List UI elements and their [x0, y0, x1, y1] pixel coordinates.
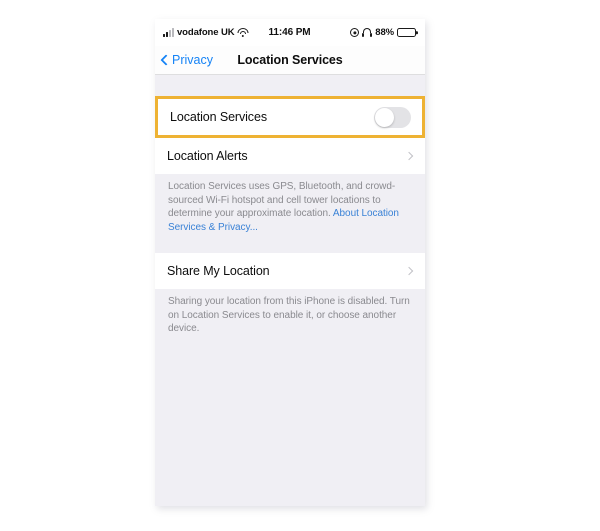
- screenshot-canvas: vodafone UK 11:46 PM 88% Privacy Locatio…: [0, 0, 600, 531]
- row-label-share-my-location: Share My Location: [167, 264, 270, 278]
- headphones-icon: [362, 28, 373, 37]
- navigation-bar: Privacy Location Services: [155, 46, 425, 75]
- chevron-left-icon: [160, 54, 172, 66]
- status-bar-right: 88%: [311, 27, 417, 38]
- status-bar-center: 11:46 PM: [269, 27, 311, 38]
- chevron-right-icon: [404, 151, 414, 161]
- location-arrow-icon: [350, 28, 360, 37]
- back-button[interactable]: Privacy: [160, 53, 213, 67]
- row-location-alerts[interactable]: Location Alerts: [155, 138, 425, 174]
- location-services-toggle[interactable]: [374, 106, 411, 128]
- toggle-knob: [375, 107, 394, 127]
- row-location-services[interactable]: Location Services: [158, 99, 422, 135]
- wifi-icon: [237, 28, 249, 37]
- back-button-label: Privacy: [172, 53, 213, 67]
- section-share-my-location: Share My Location: [155, 253, 425, 289]
- row-label-location-services: Location Services: [170, 110, 267, 124]
- clock-label: 11:46 PM: [268, 27, 311, 38]
- signal-bars-icon: [163, 28, 174, 37]
- iphone-screenshot: vodafone UK 11:46 PM 88% Privacy Locatio…: [155, 19, 425, 506]
- chevron-right-icon: [404, 266, 414, 276]
- battery-icon: [397, 27, 417, 38]
- settings-content: Location Services Location Alerts Locati…: [155, 75, 425, 506]
- location-services-highlight: Location Services: [155, 96, 425, 138]
- status-bar: vodafone UK 11:46 PM 88%: [155, 19, 425, 46]
- carrier-label: vodafone UK: [177, 27, 235, 38]
- battery-percent-label: 88%: [375, 27, 395, 38]
- status-bar-left: vodafone UK: [163, 27, 269, 38]
- footnote-location-services: Location Services uses GPS, Bluetooth, a…: [155, 174, 425, 234]
- row-share-my-location[interactable]: Share My Location: [155, 253, 425, 289]
- footnote-share-my-location: Sharing your location from this iPhone i…: [155, 289, 425, 336]
- section-location-services: Location Services Location Alerts: [155, 96, 425, 174]
- top-spacer: [155, 75, 425, 96]
- row-label-location-alerts: Location Alerts: [167, 149, 248, 163]
- footnote-text: Sharing your location from this iPhone i…: [168, 296, 410, 334]
